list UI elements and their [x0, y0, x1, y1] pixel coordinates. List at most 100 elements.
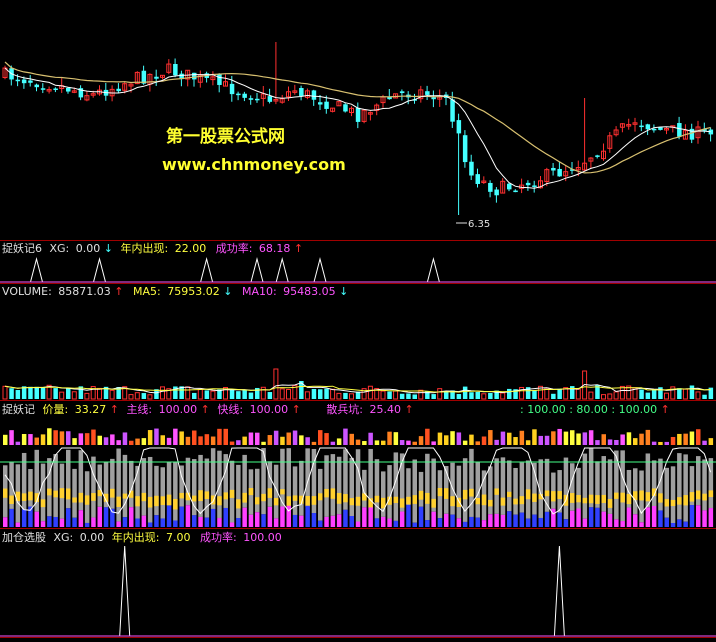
candle-body [431, 97, 436, 100]
candle-body [399, 91, 405, 94]
band-bar [261, 493, 266, 502]
band-bar [683, 495, 688, 506]
main-bar [40, 463, 46, 522]
signal-panel-1 [0, 257, 716, 283]
heat-bar [393, 432, 399, 445]
band-bar [122, 493, 128, 499]
candle-body [355, 107, 361, 122]
heat-bar [15, 441, 21, 445]
signal-panel-2 [0, 545, 716, 637]
band-bar [551, 491, 556, 502]
volume-bar [192, 392, 197, 399]
heat-bar [9, 430, 14, 445]
candle-body [34, 84, 39, 88]
base-bar [305, 505, 310, 527]
heat-bar [66, 431, 71, 445]
main-bar [601, 456, 606, 512]
heat-bar [607, 439, 613, 445]
candle-body [456, 120, 462, 134]
base-bar [456, 518, 462, 527]
volume-bar [128, 394, 134, 400]
base-bar [544, 511, 550, 527]
main-bar [147, 456, 153, 523]
heat-bar [651, 441, 657, 445]
base-bar [349, 516, 354, 527]
heat-bar [34, 437, 39, 445]
panel1-xg-label: XG: [50, 242, 70, 255]
panel1-rate-arrow: ↑ [294, 242, 303, 255]
candle-body [318, 102, 323, 105]
heat-bar [519, 430, 525, 445]
heat-bar [210, 436, 216, 445]
band-bar [248, 488, 254, 496]
heat-bar [204, 434, 210, 445]
panel1-xg-arrow: ↓ [104, 242, 113, 255]
base-bar [292, 514, 298, 527]
volume-bar [349, 393, 354, 400]
panel1-xg-value: 0.00 [76, 242, 101, 255]
volume-bar [469, 392, 474, 399]
base-bar [192, 515, 197, 527]
main-bar [425, 453, 430, 521]
band-bar [349, 498, 354, 506]
base-bar [122, 517, 128, 527]
base-bar [444, 513, 449, 527]
band-bar [318, 493, 323, 501]
volume-ma10-value: 95483.05 [283, 285, 336, 298]
candle-body [154, 76, 159, 79]
volume-bar [664, 392, 669, 400]
panel3-fast-label: 快线: [217, 402, 243, 416]
candle-body [15, 79, 21, 82]
band-bar [488, 499, 493, 507]
volume-bar [399, 393, 405, 399]
heat-bar [311, 441, 317, 445]
panel3-main-arrow: ↑ [201, 403, 210, 416]
band-bar [658, 493, 663, 503]
volume-bar [304, 391, 310, 400]
heat-bar [689, 431, 695, 445]
band-bar [59, 488, 65, 499]
base-bar [336, 514, 342, 527]
candle-body [28, 80, 33, 83]
candle-body [425, 91, 430, 95]
main-bar [418, 471, 424, 507]
heat-bar [242, 436, 247, 445]
candle-body [40, 88, 46, 90]
heat-bar [103, 437, 109, 445]
band-bar [173, 498, 178, 510]
heat-bar [236, 440, 241, 445]
candle-body [658, 127, 663, 130]
panel3-extra: : 100.00 : 80.00 : 100.00 ↑ [520, 403, 670, 416]
heat-bar [425, 428, 430, 445]
volume-bar [367, 385, 373, 400]
base-bar [708, 508, 714, 527]
volume-ma10-arrow: ↓ [339, 285, 348, 298]
heat-bar [91, 429, 96, 445]
heat-bar [368, 432, 373, 445]
candle-body [236, 93, 241, 96]
heat-bar [324, 433, 329, 445]
candle-body [469, 161, 474, 176]
panel3-main-label: 主线: [126, 402, 152, 416]
volume-bar [330, 388, 336, 400]
band-bar [66, 488, 71, 500]
base-bar [406, 505, 411, 527]
candle-body [475, 174, 480, 184]
heat-bar [557, 428, 562, 445]
band-bar [532, 493, 537, 502]
main-bar [507, 460, 512, 512]
band-bar [160, 496, 165, 505]
band-bar [588, 494, 594, 504]
volume-bar [97, 387, 102, 400]
heat-bar [261, 441, 266, 445]
base-bar [185, 505, 191, 527]
band-bar [192, 495, 197, 502]
candle-body [557, 168, 562, 177]
band-bar [305, 496, 310, 507]
main-bar [267, 461, 273, 507]
base-bar [198, 516, 203, 527]
panel3-main-value: 100.00 [159, 403, 198, 416]
heat-bar [387, 431, 392, 445]
band-bar [217, 496, 222, 506]
panel1-name: 捉妖记6 [2, 241, 42, 255]
